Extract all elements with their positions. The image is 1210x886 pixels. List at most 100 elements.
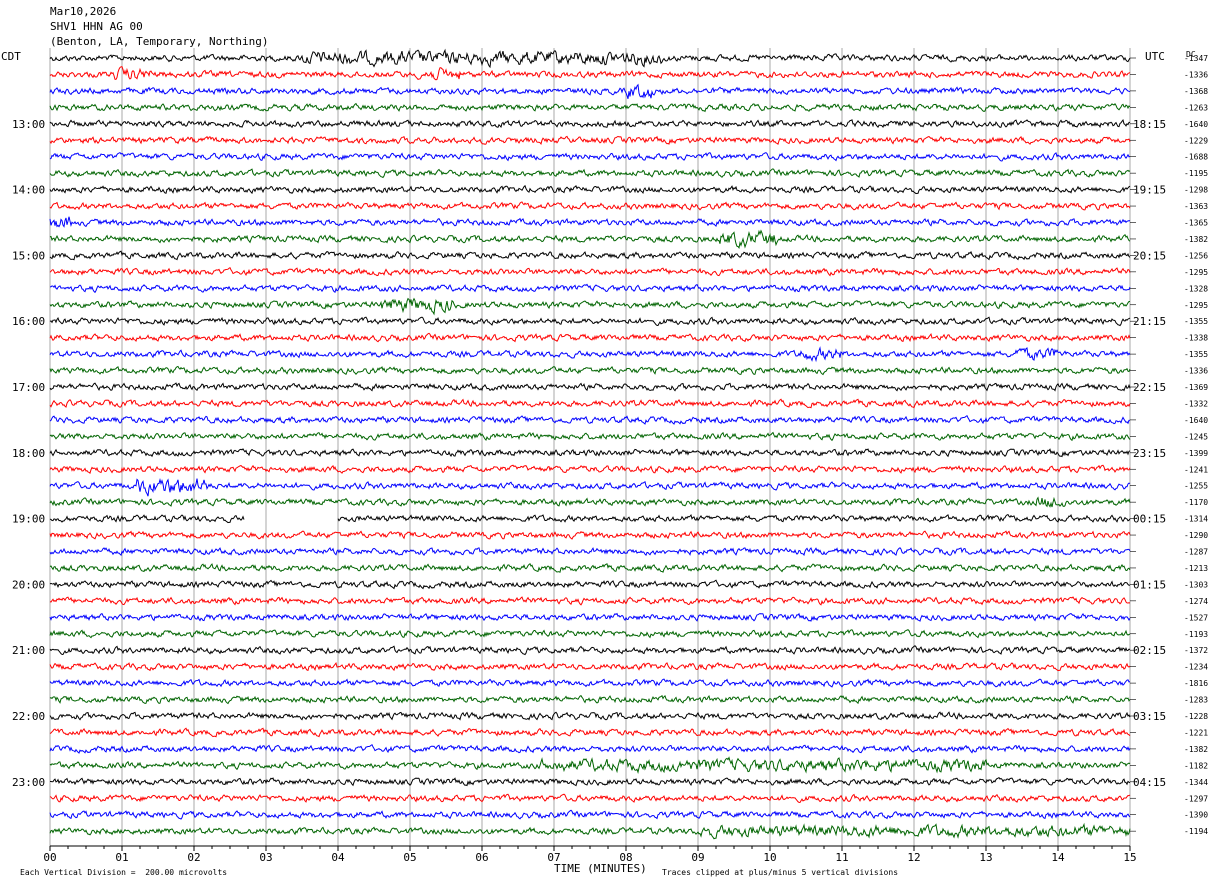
dc-offset-label: -1213: [1184, 564, 1208, 573]
trace-line: [49, 727, 1131, 738]
trace-line: [49, 612, 1131, 622]
dc-offset-label: -1287: [1184, 548, 1208, 557]
dc-offset-label: -1194: [1184, 827, 1208, 836]
dc-offset-label: -1182: [1184, 761, 1208, 770]
seismic-traces: [49, 48, 1131, 840]
trace-line: [49, 629, 1131, 639]
trace-line: [49, 756, 1131, 775]
trace-line: [49, 48, 1131, 69]
trace-line: [49, 266, 1131, 277]
dc-offset-label: -1332: [1184, 399, 1208, 408]
trace-line: [49, 250, 1131, 261]
dc-offset-label: -1344: [1184, 778, 1208, 787]
local-hour-label: 16:00: [12, 315, 45, 328]
x-tick-label: 09: [691, 851, 704, 864]
dc-offset-label: -1234: [1184, 663, 1208, 672]
x-tick-label: 04: [331, 851, 345, 864]
local-hour-label: 23:00: [12, 776, 45, 789]
dc-offset-label: -1372: [1184, 646, 1208, 655]
trace-line: [49, 151, 1131, 162]
trace-line: [49, 216, 1131, 228]
x-tick-label: 02: [187, 851, 200, 864]
trace-line: [49, 793, 1131, 804]
dc-offset-label: -1382: [1184, 235, 1208, 244]
trace-line: [49, 168, 1131, 179]
dc-offset-label: -1290: [1184, 531, 1208, 540]
local-hour-label: 19:00: [12, 513, 45, 526]
plot-grid: [49, 48, 1131, 846]
trace-line: [49, 478, 1131, 497]
dc-offset-label: -1303: [1184, 580, 1208, 589]
dc-offset-label: -1347: [1184, 54, 1208, 63]
utc-hour-label: 20:15: [1133, 249, 1166, 262]
x-tick-label: 03: [259, 851, 272, 864]
dc-offset-label: -1263: [1184, 103, 1208, 112]
dc-offset-label: -1336: [1184, 70, 1208, 79]
trace-line: [49, 563, 1131, 573]
local-hour-label: 15:00: [12, 249, 45, 262]
trace-line: [49, 822, 1131, 840]
trace-line: [49, 743, 1131, 754]
x-tick-label: 06: [475, 851, 488, 864]
local-hour-label: 17:00: [12, 381, 45, 394]
trace-line: [49, 530, 1131, 540]
trace-line: [49, 661, 1131, 672]
trace-line: [49, 579, 1131, 590]
trace-line: [49, 297, 1130, 316]
utc-hour-label: 21:15: [1133, 315, 1166, 328]
clipping-note: Traces clipped at plus/minus 5 vertical …: [662, 868, 899, 877]
trace-line: [49, 102, 1131, 113]
x-tick-label: 15: [1123, 851, 1136, 864]
dc-offset-label: -1256: [1184, 251, 1208, 260]
trace-line: [49, 66, 1131, 81]
dc-offset-label: -1355: [1184, 317, 1208, 326]
utc-hour-label: 00:15: [1133, 513, 1166, 526]
trace-line: [49, 777, 1131, 787]
dc-offset-label: -1368: [1184, 87, 1208, 96]
utc-hour-label: 19:15: [1133, 184, 1166, 197]
trace-line: [49, 283, 1131, 294]
dc-offset-label: -1221: [1184, 728, 1208, 737]
trace-line: [49, 694, 1131, 705]
utc-hour-label: 22:15: [1133, 381, 1166, 394]
trace-line: [49, 119, 1130, 129]
trace-line: [49, 201, 1131, 211]
utc-hour-label: 23:15: [1133, 447, 1166, 460]
local-hour-label: 18:00: [12, 447, 45, 460]
x-tick-label: 11: [835, 851, 848, 864]
trace-line: [49, 332, 1131, 343]
local-hour-label: 20:00: [12, 578, 45, 591]
dc-offset-label: -1295: [1184, 268, 1208, 277]
dc-offset-label: -1336: [1184, 367, 1208, 376]
trace-line: [49, 414, 1131, 425]
trace-line: [49, 514, 1131, 524]
trace-line: [49, 496, 1131, 508]
utc-hour-label: 04:15: [1133, 776, 1166, 789]
local-hour-label: 21:00: [12, 644, 45, 657]
utc-hour-label: 03:15: [1133, 710, 1166, 723]
dc-offset-label: -1283: [1184, 696, 1208, 705]
time-labels: -1347 -1336 -1368 -1263 -1640 -1229 -1688 -1195…: [12, 54, 1208, 836]
dc-offset-label: -1245: [1184, 432, 1208, 441]
trace-line: [49, 464, 1131, 474]
x-tick-label: 01: [115, 851, 128, 864]
trace-line: [49, 809, 1131, 820]
dc-offset-label: -1255: [1184, 482, 1208, 491]
dc-offset-label: -1640: [1184, 416, 1208, 425]
x-tick-label: 05: [403, 851, 416, 864]
dc-offset-label: -1688: [1184, 153, 1208, 162]
trace-line: [49, 83, 1131, 99]
trace-line: [49, 229, 1131, 249]
x-tick-label: 12: [907, 851, 920, 864]
dc-offset-label: -1816: [1184, 679, 1208, 688]
x-axis-title: TIME (MINUTES): [554, 862, 647, 875]
trace-line: [49, 135, 1131, 145]
trace-line: [49, 596, 1131, 606]
trace-line: [49, 645, 1131, 656]
dc-offset-label: -1365: [1184, 219, 1208, 228]
dc-offset-label: -1229: [1184, 136, 1208, 145]
trace-line: [49, 711, 1131, 721]
x-tick-label: 00: [43, 851, 56, 864]
utc-hour-label: 01:15: [1133, 578, 1166, 591]
dc-offset-label: -1363: [1184, 202, 1208, 211]
